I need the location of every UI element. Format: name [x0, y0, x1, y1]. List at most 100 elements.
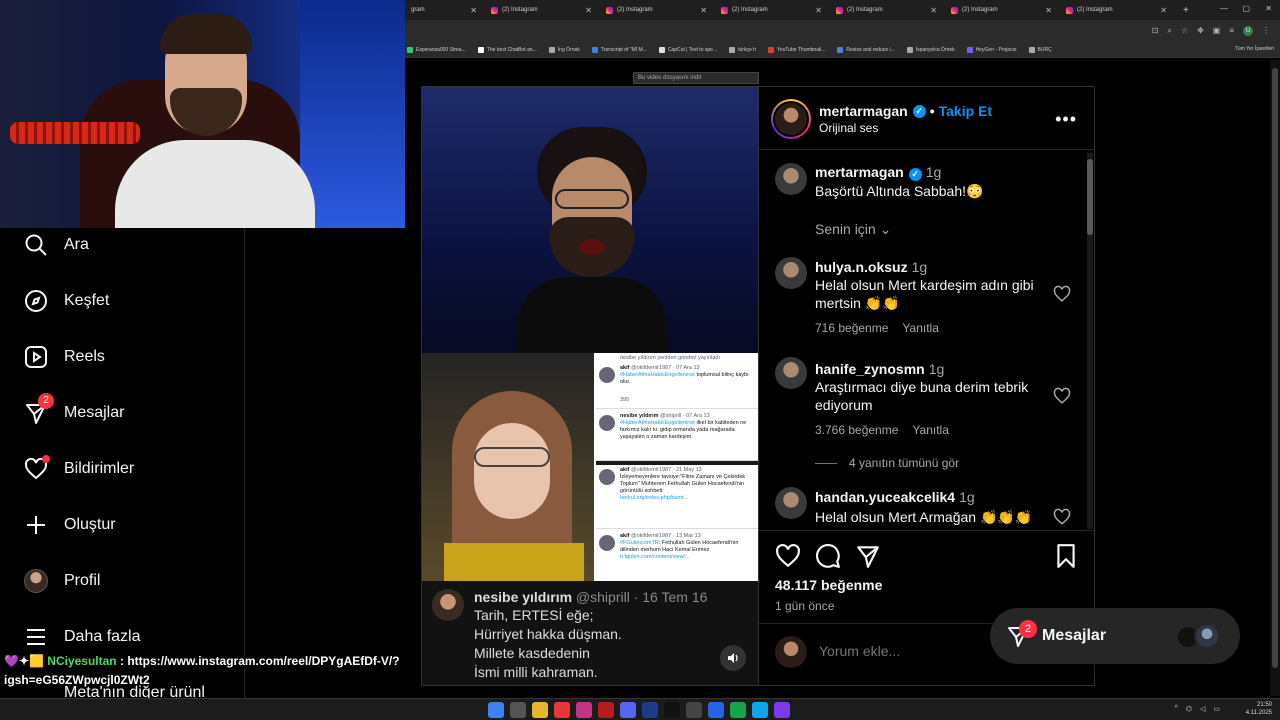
reel-video[interactable]: nesibe yıldırım yeniden gönderi yayınlad… [421, 86, 759, 686]
browser-tab[interactable]: (2) Instagram ✕ [1060, 0, 1175, 20]
sidebar-icon[interactable]: ▣ [1213, 26, 1221, 36]
messages-float-button[interactable]: 2 Mesajlar [990, 608, 1240, 664]
reply-button[interactable]: Yanıtla [912, 423, 948, 437]
star-icon[interactable]: ☆ [1181, 26, 1188, 36]
close-icon[interactable]: ✕ [700, 6, 707, 15]
more-options-icon[interactable]: ••• [1055, 109, 1077, 130]
story-ring[interactable] [771, 99, 811, 139]
bookmark[interactable]: CapCut | Text to spe... [658, 46, 717, 53]
close-icon[interactable]: ✕ [585, 6, 592, 15]
menu-lines-icon[interactable]: ≡ [1229, 26, 1234, 36]
nav-item-messages[interactable]: 2 Mesajlar [22, 393, 124, 428]
discord-icon[interactable] [620, 702, 636, 718]
like-comment-icon[interactable] [1053, 387, 1071, 405]
nav-item-create[interactable]: Oluştur [22, 510, 116, 540]
avatar[interactable] [775, 257, 807, 289]
chrome-canary-icon[interactable] [730, 702, 746, 718]
bookmark-icon[interactable] [1053, 543, 1079, 569]
opera-icon[interactable] [598, 702, 614, 718]
share-icon[interactable] [855, 543, 881, 569]
avatar[interactable] [775, 357, 807, 389]
tiktok-icon[interactable] [664, 702, 680, 718]
nav-item-reels[interactable]: Reels [22, 342, 105, 372]
bookmark[interactable]: Resize and reduce i... [837, 46, 895, 53]
close-icon[interactable]: ✕ [1160, 6, 1167, 15]
video-frame-top [422, 87, 758, 357]
app-icon[interactable] [708, 702, 724, 718]
volume-icon[interactable]: ◁ [1200, 705, 1205, 713]
comment-icon[interactable] [815, 543, 841, 569]
nav-label: Bildirimler [64, 460, 135, 477]
file-explorer-icon[interactable] [532, 702, 548, 718]
zoom-icon[interactable]: ⌕ [1167, 26, 1171, 36]
browser-profile-avatar[interactable]: U [1243, 26, 1253, 36]
bookmark[interactable]: HeyGen - Projects [966, 46, 1017, 53]
browser-tab[interactable]: gram ✕ [405, 0, 485, 20]
battery-icon[interactable]: ▭ [1213, 705, 1220, 713]
close-icon[interactable]: ✕ [1045, 6, 1052, 15]
like-comment-icon[interactable] [1053, 508, 1071, 526]
obs-icon[interactable] [774, 702, 790, 718]
all-bookmarks[interactable]: Tüm Yer İşaretleri [1235, 46, 1274, 52]
download-tooltip[interactable]: Bu video dosyasını indir [633, 72, 759, 84]
follow-button[interactable]: Takip Et [939, 103, 992, 119]
photoshop-icon[interactable] [642, 702, 658, 718]
close-icon[interactable]: ✕ [930, 6, 937, 15]
network-icon[interactable]: ⌬ [1186, 705, 1192, 713]
nav-item-more[interactable]: Daha fazla [22, 622, 141, 652]
bookmark[interactable]: The best ChatBot an... [477, 46, 537, 53]
author-username[interactable]: mertarmagan [819, 103, 908, 119]
chevron-up-icon[interactable]: ^ [1175, 705, 1178, 713]
avatar [775, 103, 807, 135]
nav-item-notifications[interactable]: Bildirimler [22, 454, 134, 484]
comment-meta: 716 beğenme Yanıtla [815, 321, 939, 335]
close-icon[interactable]: ✕ [815, 6, 822, 15]
task-view-icon[interactable] [510, 702, 526, 718]
bookmark[interactable]: Transcript of "Mİ M... [591, 46, 647, 53]
browser-tab[interactable]: (2) Instagram ✕ [600, 0, 715, 20]
kebab-icon[interactable]: ⋮ [1262, 26, 1270, 36]
notification-dot [42, 455, 50, 463]
avatar[interactable] [775, 163, 807, 195]
bookmark[interactable]: türkçe h [729, 46, 756, 53]
instagram-app-icon[interactable] [576, 702, 592, 718]
audio-label[interactable]: Orijinal ses [819, 121, 878, 135]
nav-item-explore[interactable]: Keşfet [22, 286, 109, 316]
like-comment-icon[interactable] [1053, 285, 1071, 303]
bookmark[interactable]: İspanyolca Örnek [906, 46, 955, 53]
bookmark[interactable]: Esperanza000 Strea... [407, 46, 466, 53]
browser-tab[interactable]: (2) Instagram ✕ [945, 0, 1060, 20]
reels-icon [22, 343, 50, 371]
bookmark[interactable]: İng Örnek [548, 46, 580, 53]
windows-start-icon[interactable] [488, 702, 504, 718]
bookmark[interactable]: BURÇ [1028, 46, 1052, 53]
nav-item-search[interactable]: Ara [22, 230, 89, 260]
like-icon[interactable] [775, 543, 801, 569]
browser-tab[interactable]: (2) Instagram ✕ [830, 0, 945, 20]
avatar[interactable] [775, 487, 807, 519]
chrome-icon[interactable] [554, 702, 570, 718]
caption-text: Başörtü Altında Sabbah!😳 [815, 183, 984, 199]
page-scrollbar[interactable] [1270, 60, 1280, 696]
close-icon[interactable]: ✕ [470, 6, 477, 15]
new-tab-button[interactable]: + [1183, 5, 1189, 16]
volume-button[interactable] [720, 645, 746, 671]
reply-button[interactable]: Yanıtla [902, 321, 938, 335]
extension-icon[interactable]: ✥ [1197, 26, 1204, 36]
close-window-icon[interactable]: ✕ [1265, 4, 1272, 13]
browser-tab[interactable]: (2) Instagram ✕ [715, 0, 830, 20]
like-count[interactable]: 48.117 beğenme [775, 577, 882, 593]
install-icon[interactable]: ⊡ [1152, 26, 1159, 36]
speaker-icon [728, 653, 738, 663]
nav-item-profile[interactable]: Profil [22, 566, 100, 596]
see-replies-button[interactable]: 4 yanıtın tümünü gör [815, 456, 959, 470]
browser-tab[interactable]: (2) Instagram ✕ [485, 0, 600, 20]
clock[interactable]: 21:50 4.11.2025 [1246, 701, 1272, 717]
comment-filter[interactable]: Senin için ⌄ [815, 221, 891, 238]
bookmark[interactable]: YouTube Thumbnail... [767, 46, 825, 53]
edge-icon[interactable] [752, 702, 768, 718]
comments-scrollbar[interactable] [1087, 153, 1093, 529]
app-icon[interactable] [686, 702, 702, 718]
maximize-icon[interactable]: ▢ [1242, 4, 1250, 13]
minimize-icon[interactable]: — [1220, 4, 1228, 13]
